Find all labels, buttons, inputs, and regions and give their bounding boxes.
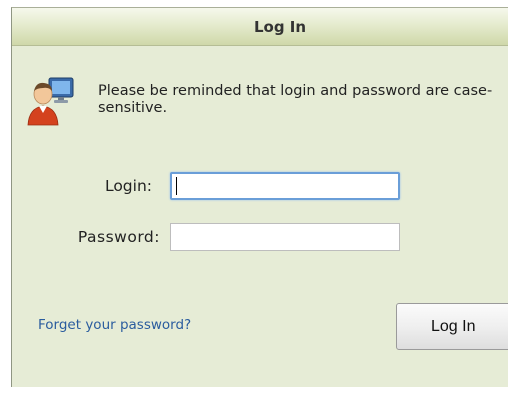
password-label: Password:: [77, 228, 160, 246]
user-computer-icon: [27, 77, 74, 126]
dialog-title: Log In: [253, 18, 307, 36]
forgot-password-link[interactable]: Forget your password?: [38, 317, 191, 333]
login-field[interactable]: [170, 172, 400, 200]
password-field[interactable]: [170, 223, 400, 251]
login-label: Login:: [104, 177, 152, 195]
case-sensitive-notice: Please be reminded that login and passwo…: [98, 83, 493, 116]
dialog-title-bar: Log In: [12, 8, 508, 46]
page-background: [11, 387, 508, 398]
text-cursor: [176, 177, 177, 195]
login-button[interactable]: Log In: [396, 303, 508, 350]
